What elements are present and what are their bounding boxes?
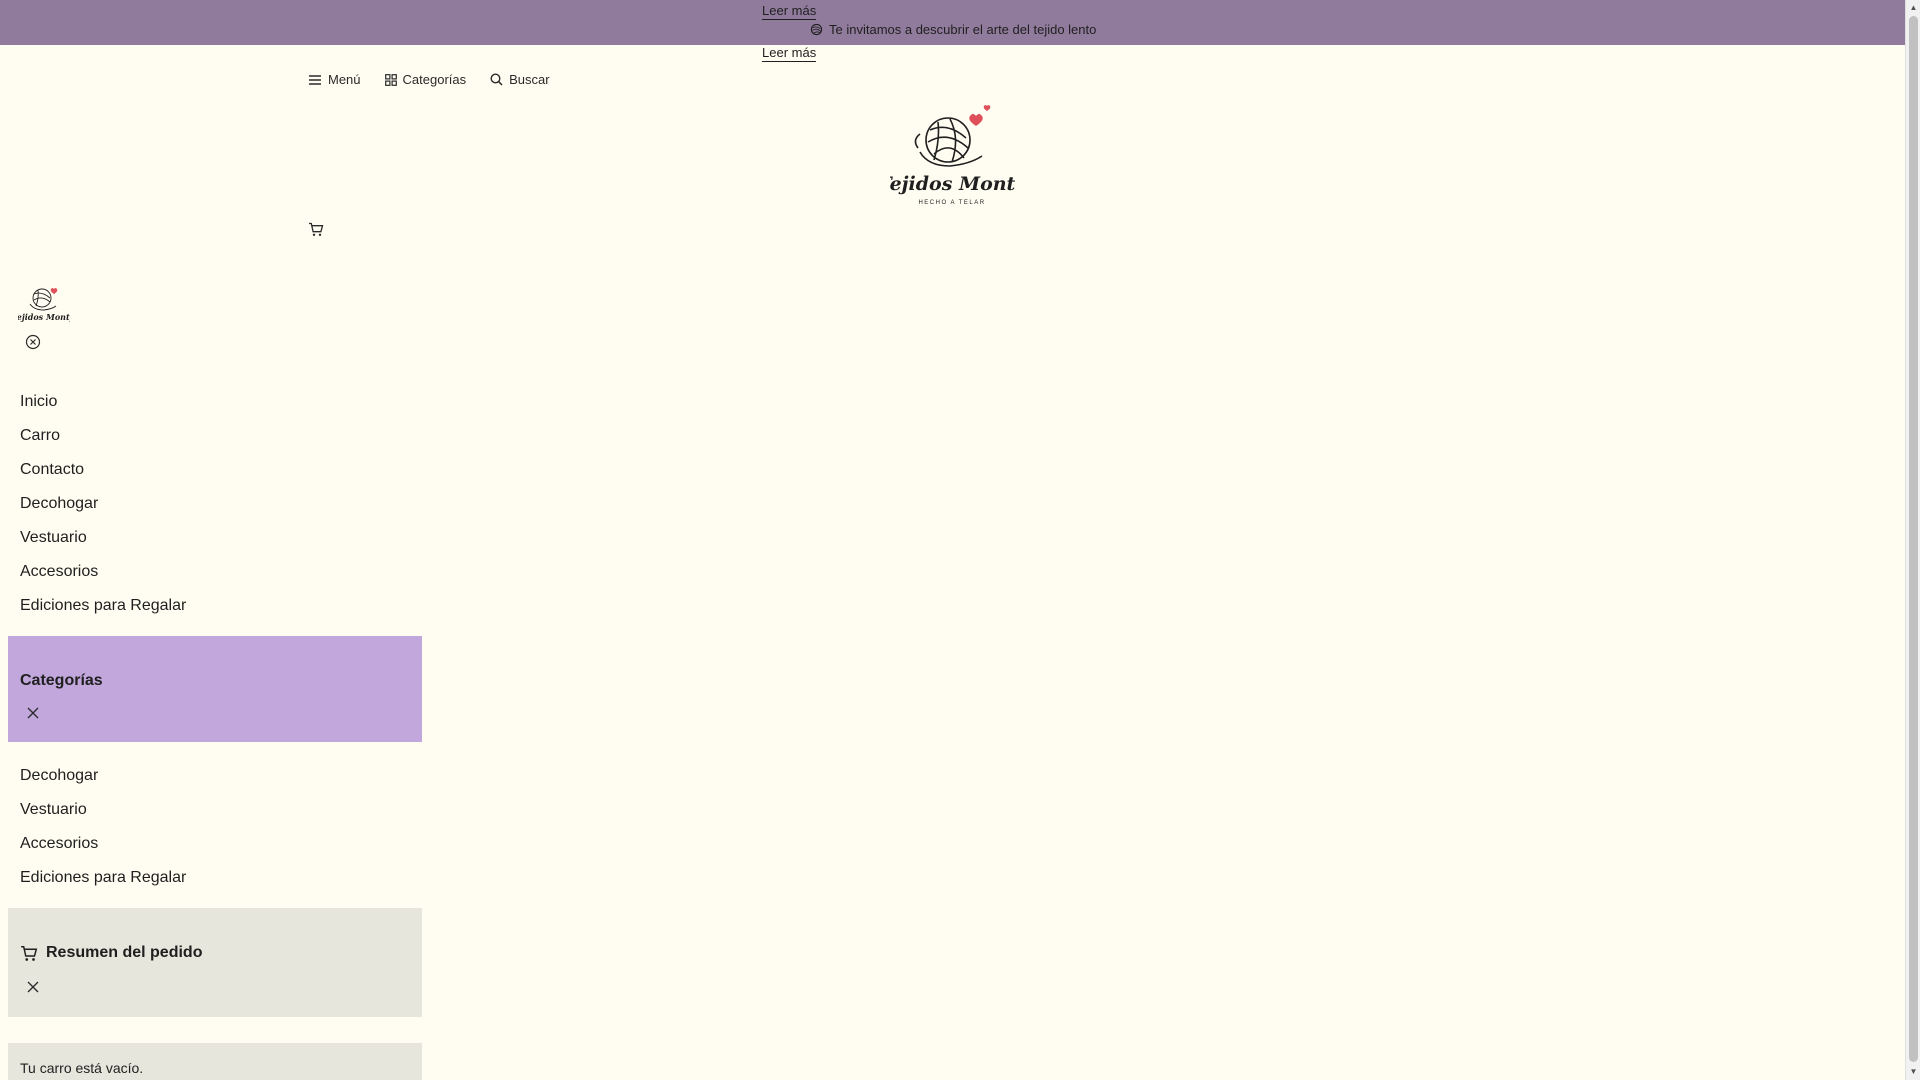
announcement-bar: Leer más Te invitamos a descubrir el art… [0,0,1905,45]
header-nav: Menú Categorías Buscar [308,72,550,87]
read-more-link-bottom[interactable]: Leer más [762,45,817,62]
category-item-accesorios[interactable]: Accesorios [20,834,186,868]
categories-list: Decohogar Vestuario Accesorios Ediciones… [20,766,186,902]
order-summary-panel: Resumen del pedido [8,908,422,1017]
close-icon[interactable] [26,980,40,994]
category-item-ediciones-regalar[interactable]: Ediciones para Regalar [20,868,186,902]
nav-item-contacto[interactable]: Contacto [20,460,186,494]
categories-panel-title: Categorías [20,672,103,689]
svg-text:Tejidos Monty: Tejidos Monty [18,312,70,322]
search-button[interactable]: Buscar [490,72,550,87]
nav-item-inicio[interactable]: Inicio [20,392,186,426]
announcement-message: Te invitamos a descubrir el arte del tej… [810,22,1096,37]
category-item-vestuario[interactable]: Vestuario [20,800,186,834]
search-icon [490,73,503,86]
nav-item-vestuario[interactable]: Vestuario [20,528,186,562]
drawer-nav-list: Inicio Carro Contacto Decohogar Vestuari… [20,392,186,630]
read-more-link-top[interactable]: Leer más [762,3,817,20]
nav-item-ediciones-regalar[interactable]: Ediciones para Regalar [20,596,186,630]
cart-empty-message: Tu carro está vacío. [20,1060,144,1076]
close-drawer-icon[interactable] [25,334,41,350]
scroll-up-arrow-icon[interactable]: ▲ [1906,1,1920,15]
svg-text:Tejidos Monty: Tejidos Monty [890,173,1015,195]
cart-icon [21,945,38,961]
category-item-decohogar[interactable]: Decohogar [20,766,186,800]
nav-item-decohogar[interactable]: Decohogar [20,494,186,528]
cart-contents-panel: Tu carro está vacío. [8,1043,422,1080]
drawer-logo[interactable]: Tejidos Monty [18,282,70,328]
scrollbar-thumb[interactable] [1909,16,1918,1062]
cart-icon[interactable] [308,222,324,237]
nav-item-accesorios[interactable]: Accesorios [20,562,186,596]
search-label: Buscar [509,72,550,87]
menu-label: Menú [328,72,361,87]
nav-item-carro[interactable]: Carro [20,426,186,460]
scroll-down-arrow-icon[interactable]: ▼ [1906,1065,1920,1079]
order-summary-header: Resumen del pedido [20,944,202,962]
hamburger-icon [309,74,321,85]
close-icon[interactable] [26,706,40,720]
grid-icon [384,73,397,86]
order-summary-title: Resumen del pedido [46,944,203,961]
site-logo[interactable]: Tejidos Monty HECHO A TELAR [890,100,1015,210]
page-scrollbar[interactable]: ▲ ▼ [1905,0,1920,1080]
menu-button[interactable]: Menú [308,72,361,87]
categories-button[interactable]: Categorías [384,72,467,87]
categories-panel: Categorías [8,636,422,742]
yarn-ball-icon [810,23,823,36]
categories-label: Categorías [402,72,467,87]
announcement-text: Te invitamos a descubrir el arte del tej… [829,22,1097,37]
svg-text:HECHO A TELAR: HECHO A TELAR [918,200,985,206]
